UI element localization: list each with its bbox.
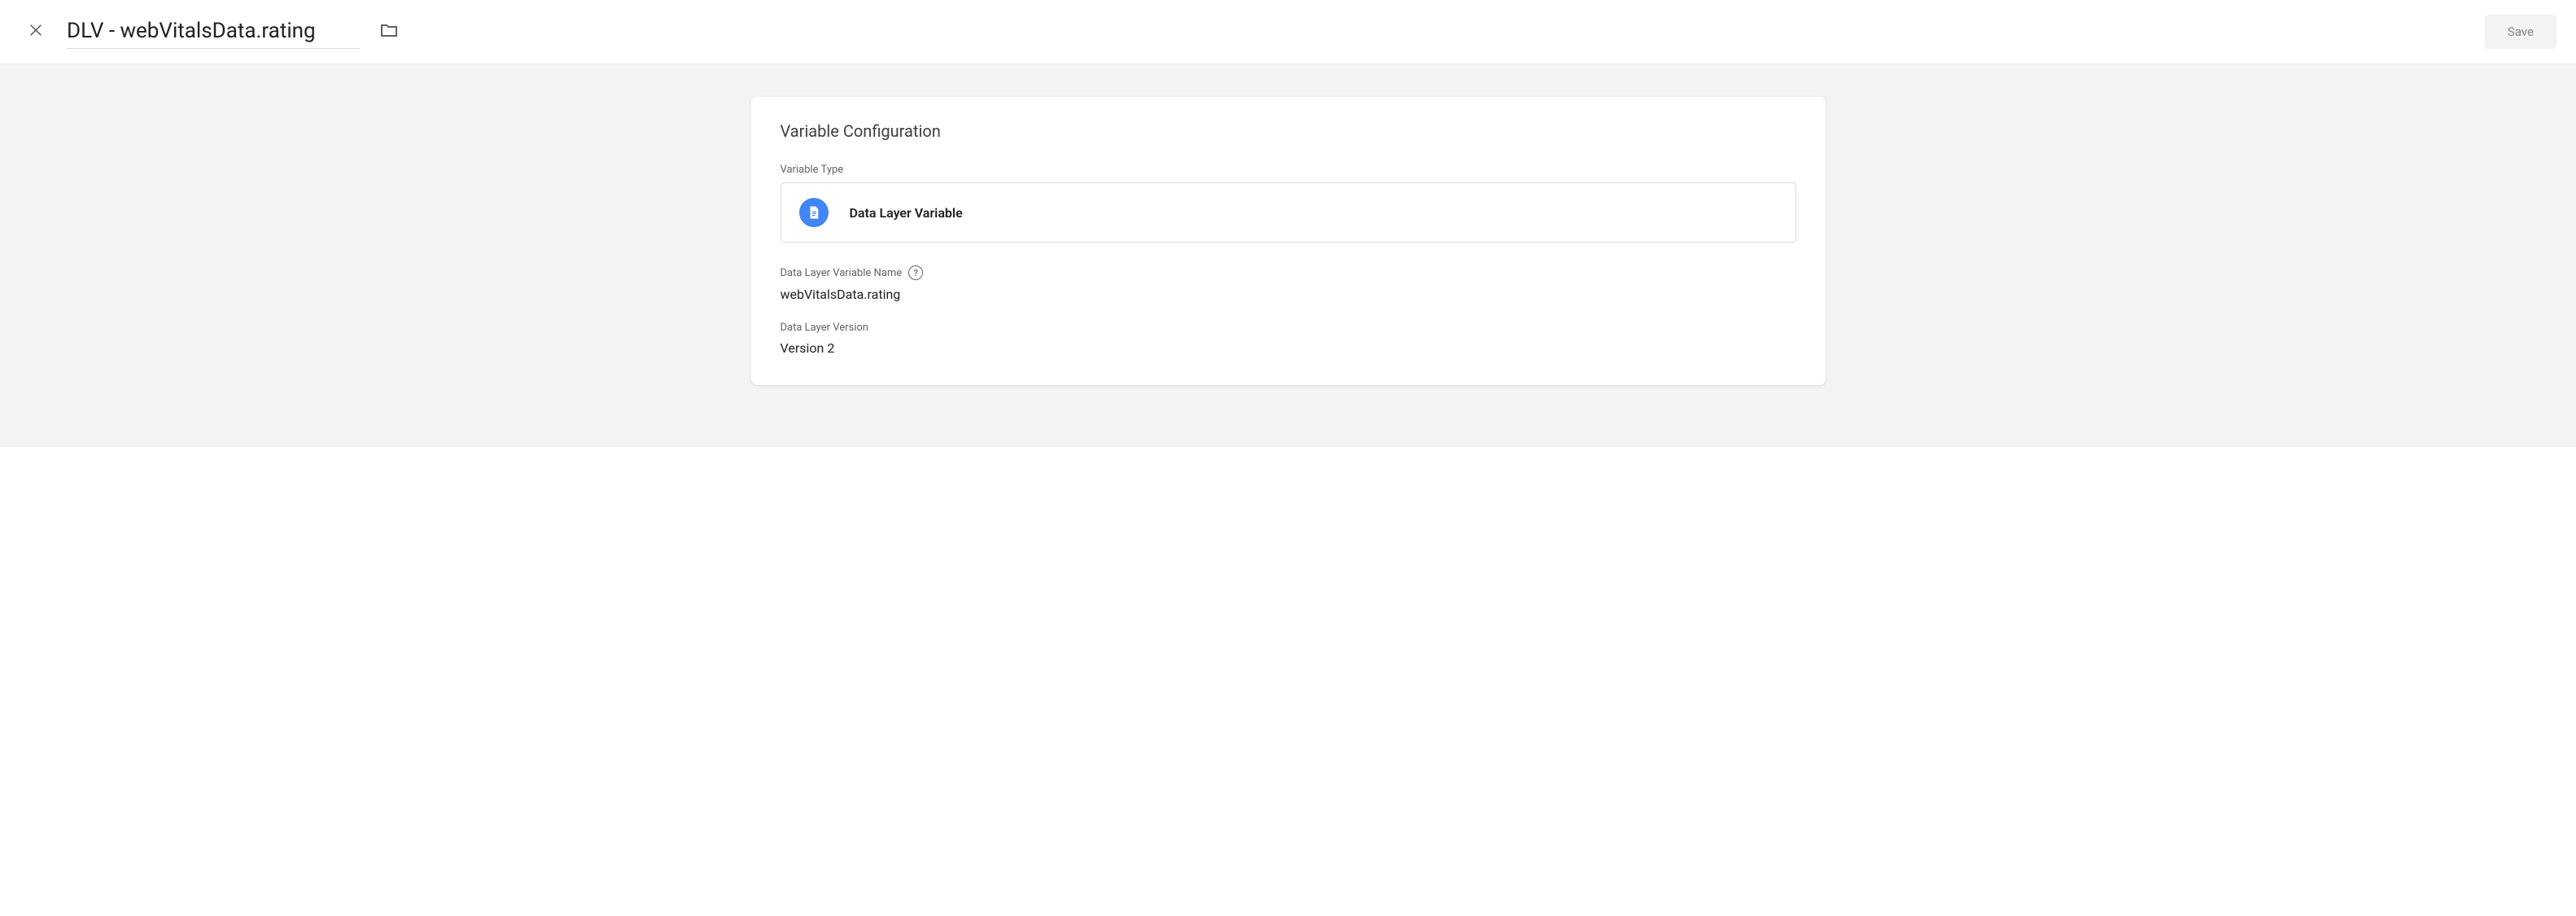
editor-header: Save: [0, 0, 2576, 64]
config-card: Variable Configuration Variable Type Dat…: [751, 97, 1826, 385]
dlv-version-field: Data Layer Version Version 2: [781, 322, 1796, 356]
title-wrap: [67, 15, 404, 49]
folder-icon: [379, 20, 399, 43]
folder-button[interactable]: [374, 17, 404, 46]
variable-name-input[interactable]: [67, 15, 360, 49]
variable-type-label: Variable Type: [781, 164, 1796, 176]
close-button[interactable]: [20, 15, 52, 48]
data-layer-icon: [799, 198, 829, 227]
card-title: Variable Configuration: [781, 121, 1796, 141]
help-icon[interactable]: ?: [908, 265, 923, 280]
variable-type-value: Data Layer Variable: [850, 205, 963, 221]
dlv-name-label: Data Layer Variable Name ?: [781, 265, 1796, 280]
dlv-name-value: webVitalsData.rating: [781, 287, 1796, 302]
dlv-name-label-text: Data Layer Variable Name: [781, 267, 903, 279]
dlv-version-label: Data Layer Version: [781, 322, 1796, 334]
dlv-name-field: Data Layer Variable Name ? webVitalsData…: [781, 265, 1796, 302]
body-area: Variable Configuration Variable Type Dat…: [0, 64, 2576, 447]
close-icon: [28, 22, 44, 42]
save-button[interactable]: Save: [2485, 15, 2556, 49]
variable-type-selector[interactable]: Data Layer Variable: [781, 182, 1796, 243]
dlv-version-value: Version 2: [781, 340, 1796, 356]
